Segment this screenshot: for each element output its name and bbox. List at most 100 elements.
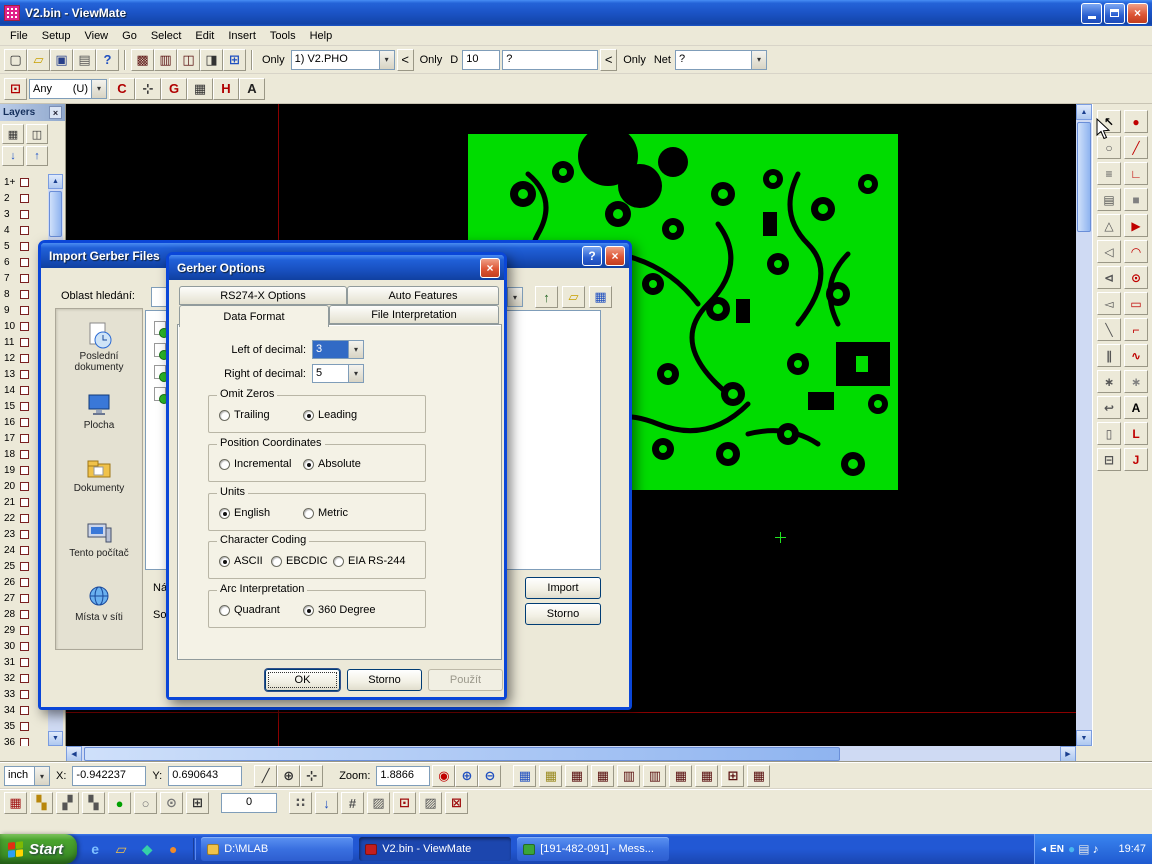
frame-icon[interactable]: ▯ [1097,422,1121,445]
pad-grid-2-icon[interactable]: ▦ [591,765,614,787]
internet-explorer-icon[interactable]: e [85,839,105,859]
save-file-icon[interactable]: ▣ [50,49,73,71]
layer-color-box[interactable] [20,722,29,731]
new-folder-icon[interactable]: ▱ [562,286,585,308]
tool-h-icon[interactable]: H [213,78,239,100]
layer-color-box[interactable] [20,402,29,411]
place-network[interactable]: Místa v síti [56,571,142,635]
zoom-out-icon[interactable]: ⊖ [478,765,501,787]
pattern-2-icon[interactable]: ▨ [419,792,442,814]
unit-combo[interactable]: inch ▾ [4,766,50,786]
layer-color-box[interactable] [20,386,29,395]
count-field[interactable]: 0 [221,793,277,813]
layer-color-box[interactable] [20,274,29,283]
tool-a-icon[interactable]: A [239,78,265,100]
taskbar-window-dmlab[interactable]: D:\MLAB [201,837,353,861]
draw-circle-icon[interactable]: ⊙ [1124,266,1148,289]
place-desktop[interactable]: Plocha [56,379,142,443]
flip-icon[interactable]: △ [1097,214,1121,237]
j-tool-icon[interactable]: J [1124,448,1148,471]
draw-arc-icon[interactable]: ◠ [1124,240,1148,263]
aperture-list-icon[interactable]: ▩ [131,49,154,71]
canvas-vertical-scrollbar[interactable]: ▲ ▼ [1076,104,1092,746]
menu-file[interactable]: File [3,28,35,44]
layer-color-box[interactable] [20,226,29,235]
measure-line-icon[interactable]: ╱ [254,765,277,787]
tool-crosshair-icon[interactable]: ⊹ [135,78,161,100]
menu-insert[interactable]: Insert [221,28,263,44]
layer-color-box[interactable] [20,482,29,491]
layer-up-icon[interactable]: ↑ [26,146,48,166]
net-combo[interactable]: ? ▾ [675,50,767,70]
scroll-down-icon[interactable]: ▼ [1076,730,1092,746]
mini-grid-2-icon[interactable]: ▚ [82,792,105,814]
layer-color-box[interactable] [20,306,29,315]
scroll-up-icon[interactable]: ▲ [1076,104,1092,120]
ok-button[interactable]: OK [265,669,340,691]
output-icon[interactable]: ⊟ [1097,448,1121,471]
firefox-icon[interactable]: ● [163,839,183,859]
gerber-file-icon[interactable] [154,343,166,357]
pad-grid-1-icon[interactable]: ▦ [565,765,588,787]
context-help-icon[interactable]: ? [96,49,119,71]
dcode-table-icon[interactable]: ▥ [154,49,177,71]
radio-incremental[interactable]: Incremental [219,458,291,470]
layer-color-box[interactable] [20,450,29,459]
menu-tools[interactable]: Tools [263,28,303,44]
radio-eia-rs244[interactable]: EIA RS-244 [333,555,405,567]
x-coordinate-field[interactable]: -0.942237 [72,766,146,786]
pad-grid-6-icon[interactable]: ▦ [695,765,718,787]
pan-grid-icon[interactable]: ⊞ [721,765,744,787]
dot-matrix-icon[interactable]: ∷ [289,792,312,814]
zoom-in-icon[interactable]: ⊕ [455,765,478,787]
radio-ebcdic[interactable]: EBCDIC [271,555,328,567]
layer-combo[interactable]: 1) V2.PHO ▾ [291,50,395,70]
layer-color-box[interactable] [20,546,29,555]
place-recent-documents[interactable]: Poslední dokumenty [56,315,142,379]
prev-dcode-button[interactable]: < [600,49,617,71]
star-icon[interactable]: ∗ [1124,370,1148,393]
layer-color-box[interactable] [20,370,29,379]
layer-color-box[interactable] [20,706,29,715]
print-icon[interactable]: ▤ [73,49,96,71]
menu-view[interactable]: View [77,28,115,44]
sketch-icon[interactable]: ╲ [1097,318,1121,341]
layer-color-box[interactable] [20,658,29,667]
l-tool-icon[interactable]: L [1124,422,1148,445]
rotate-icon[interactable]: ⊲ [1097,266,1121,289]
menu-help[interactable]: Help [303,28,340,44]
minimize-button[interactable] [1081,3,1102,24]
scroll-left-icon[interactable]: ◀ [66,746,82,762]
layer-row[interactable]: 35 [0,718,46,734]
fill-mode-icon[interactable]: ▤ [1097,188,1121,211]
views-icon[interactable]: ▦ [589,286,612,308]
scale-icon[interactable]: ◅ [1097,292,1121,315]
storno-button[interactable]: Storno [347,669,422,691]
layer-row[interactable]: 4 [0,222,46,238]
menu-go[interactable]: Go [115,28,144,44]
layer-color-box[interactable] [20,434,29,443]
chevron-down-icon[interactable]: ▾ [91,80,106,98]
zoom-field[interactable]: 1.8866 [376,766,430,786]
dcode-field[interactable]: 10 [462,50,500,70]
layer-color-box[interactable] [20,530,29,539]
clock[interactable]: 19:47 [1118,843,1146,855]
probe-circle-icon[interactable]: ⊙ [160,792,183,814]
gerber-file-icon[interactable] [154,365,166,379]
media-player-icon[interactable]: ◆ [137,839,157,859]
center-point-icon[interactable]: ⊹ [300,765,323,787]
probe-mode-icon[interactable]: ⊡ [4,78,27,100]
close-button[interactable]: × [1127,3,1148,24]
import-button[interactable]: Import [525,577,601,599]
layer-color-box[interactable] [20,690,29,699]
pattern-1-icon[interactable]: ▨ [367,792,390,814]
dialog-help-button[interactable]: ? [582,246,602,266]
layer-color-box[interactable] [20,338,29,347]
layer-color-box[interactable] [20,194,29,203]
chevron-down-icon[interactable]: ▾ [348,365,363,382]
dcode-grid-olive-icon[interactable]: ▦ [539,765,562,787]
sine-icon[interactable]: ∿ [1124,344,1148,367]
radio-quadrant[interactable]: Quadrant [219,604,280,616]
gerber-file-icon[interactable] [154,321,166,335]
pad-grid-7-icon[interactable]: ▦ [747,765,770,787]
